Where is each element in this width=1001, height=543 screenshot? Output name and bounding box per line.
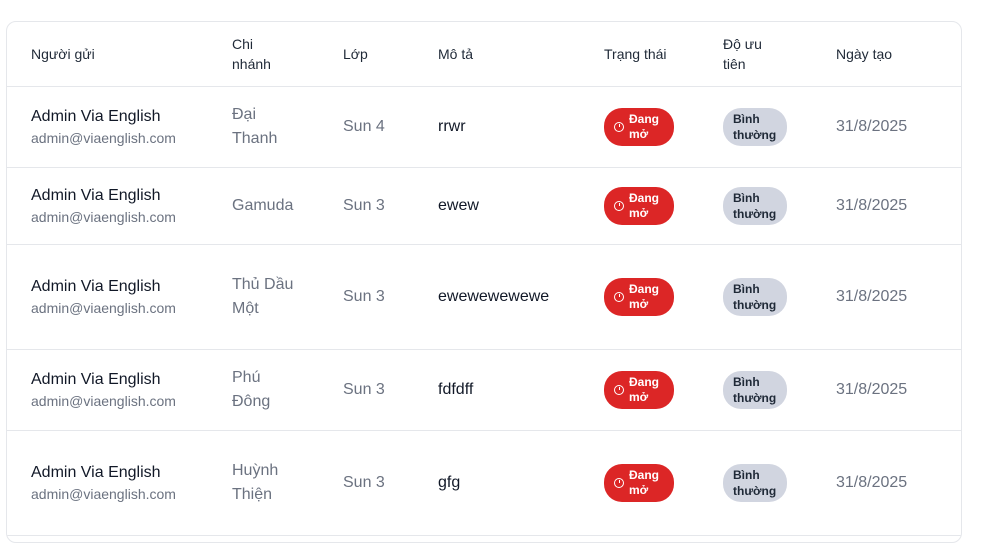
priority-cell: Bình thường xyxy=(699,349,812,431)
date-cell: 31/8/2025 xyxy=(812,430,961,536)
status-badge: Đang mở xyxy=(604,371,674,409)
date-cell: 31/8/2025 xyxy=(812,86,961,168)
header-class[interactable]: Lớp xyxy=(319,22,414,87)
sender-name: Admin Via English xyxy=(31,108,161,125)
clock-icon xyxy=(614,292,624,302)
clock-icon xyxy=(614,385,624,395)
class-cell: Sun 3 xyxy=(319,244,414,350)
sender-cell: Admin Via English admin@viaenglish.com xyxy=(7,244,208,350)
status-badge: Đang mở xyxy=(604,464,674,502)
class-cell: Sun 3 xyxy=(319,430,414,536)
priority-badge: Bình thường xyxy=(723,370,787,409)
status-label: Đang mở xyxy=(629,282,659,311)
table-row[interactable]: Admin Via English admin@viaenglish.com G… xyxy=(7,167,961,245)
priority-cell: Bình thường xyxy=(699,86,812,168)
header-status[interactable]: Trạng thái xyxy=(580,22,699,87)
branch-cell: Thủ Dầu Một xyxy=(208,244,319,350)
sender-name: Admin Via English xyxy=(31,187,161,204)
description-cell: gfg xyxy=(414,430,580,536)
status-badge: Đang mở xyxy=(604,278,674,316)
status-cell: Đang mở xyxy=(580,349,699,431)
status-label: Đang mở xyxy=(629,468,659,497)
sender-email: admin@viaenglish.com xyxy=(31,130,176,146)
sender-email: admin@viaenglish.com xyxy=(31,209,176,225)
sender-name: Admin Via English xyxy=(31,464,161,481)
class-cell: Sun 4 xyxy=(319,86,414,168)
table-row[interactable]: Admin Via English admin@viaenglish.com P… xyxy=(7,349,961,431)
status-label: Đang mở xyxy=(629,191,659,220)
branch-cell: Phú Đông xyxy=(208,349,319,431)
class-cell: Sun 3 xyxy=(319,349,414,431)
sender-cell: Admin Via English admin@viaenglish.com xyxy=(7,86,208,168)
priority-cell: Bình thường xyxy=(699,430,812,536)
branch-cell: Gamuda xyxy=(208,167,319,245)
sender-email: admin@viaenglish.com xyxy=(31,393,176,409)
sender-cell: Admin Via English admin@viaenglish.com xyxy=(7,430,208,536)
date-cell: 31/8/2025 xyxy=(812,167,961,245)
status-cell: Đang mở xyxy=(580,430,699,536)
status-badge: Đang mở xyxy=(604,187,674,225)
header-priority[interactable]: Độ ưu tiên xyxy=(699,22,812,87)
sender-cell: Admin Via English admin@viaenglish.com xyxy=(7,349,208,431)
priority-badge: Bình thường xyxy=(723,186,787,225)
date-cell: 31/8/2025 xyxy=(812,244,961,350)
description-cell: rrwr xyxy=(414,86,580,168)
header-created[interactable]: Ngày tạo xyxy=(812,22,961,87)
header-description[interactable]: Mô tả xyxy=(414,22,580,87)
status-cell: Đang mở xyxy=(580,244,699,350)
sender-cell: Admin Via English admin@viaenglish.com xyxy=(7,167,208,245)
description-cell: fdfdff xyxy=(414,349,580,431)
priority-badge: Bình thường xyxy=(723,463,787,502)
sender-name: Admin Via English xyxy=(31,371,161,388)
branch-cell: Đại Thanh xyxy=(208,86,319,168)
tickets-table-card: Người gửi Chi nhánh Lớp Mô tả Trạng thái… xyxy=(6,21,962,543)
sender-email: admin@viaenglish.com xyxy=(31,300,176,316)
status-cell: Đang mở xyxy=(580,86,699,168)
table-header-row: Người gửi Chi nhánh Lớp Mô tả Trạng thái… xyxy=(7,22,961,87)
clock-icon xyxy=(614,478,624,488)
sender-name: Admin Via English xyxy=(31,278,161,295)
priority-badge: Bình thường xyxy=(723,107,787,146)
description-cell: ewewewewewe xyxy=(414,244,580,350)
status-cell: Đang mở xyxy=(580,167,699,245)
table-row[interactable]: Admin Via English admin@viaenglish.com H… xyxy=(7,430,961,536)
table-row[interactable]: Admin Via English admin@viaenglish.com T… xyxy=(7,244,961,350)
clock-icon xyxy=(614,122,624,132)
header-branch[interactable]: Chi nhánh xyxy=(208,22,319,87)
branch-cell: Huỳnh Thiện xyxy=(208,430,319,536)
tickets-table: Người gửi Chi nhánh Lớp Mô tả Trạng thái… xyxy=(7,22,961,536)
class-cell: Sun 3 xyxy=(319,167,414,245)
date-cell: 31/8/2025 xyxy=(812,349,961,431)
priority-badge: Bình thường xyxy=(723,277,787,316)
table-row[interactable]: Admin Via English admin@viaenglish.com Đ… xyxy=(7,86,961,168)
description-cell: ewew xyxy=(414,167,580,245)
status-label: Đang mở xyxy=(629,112,659,141)
status-label: Đang mở xyxy=(629,375,659,404)
sender-email: admin@viaenglish.com xyxy=(31,486,176,502)
priority-cell: Bình thường xyxy=(699,167,812,245)
priority-cell: Bình thường xyxy=(699,244,812,350)
clock-icon xyxy=(614,201,624,211)
header-sender[interactable]: Người gửi xyxy=(7,22,208,87)
status-badge: Đang mở xyxy=(604,108,674,146)
